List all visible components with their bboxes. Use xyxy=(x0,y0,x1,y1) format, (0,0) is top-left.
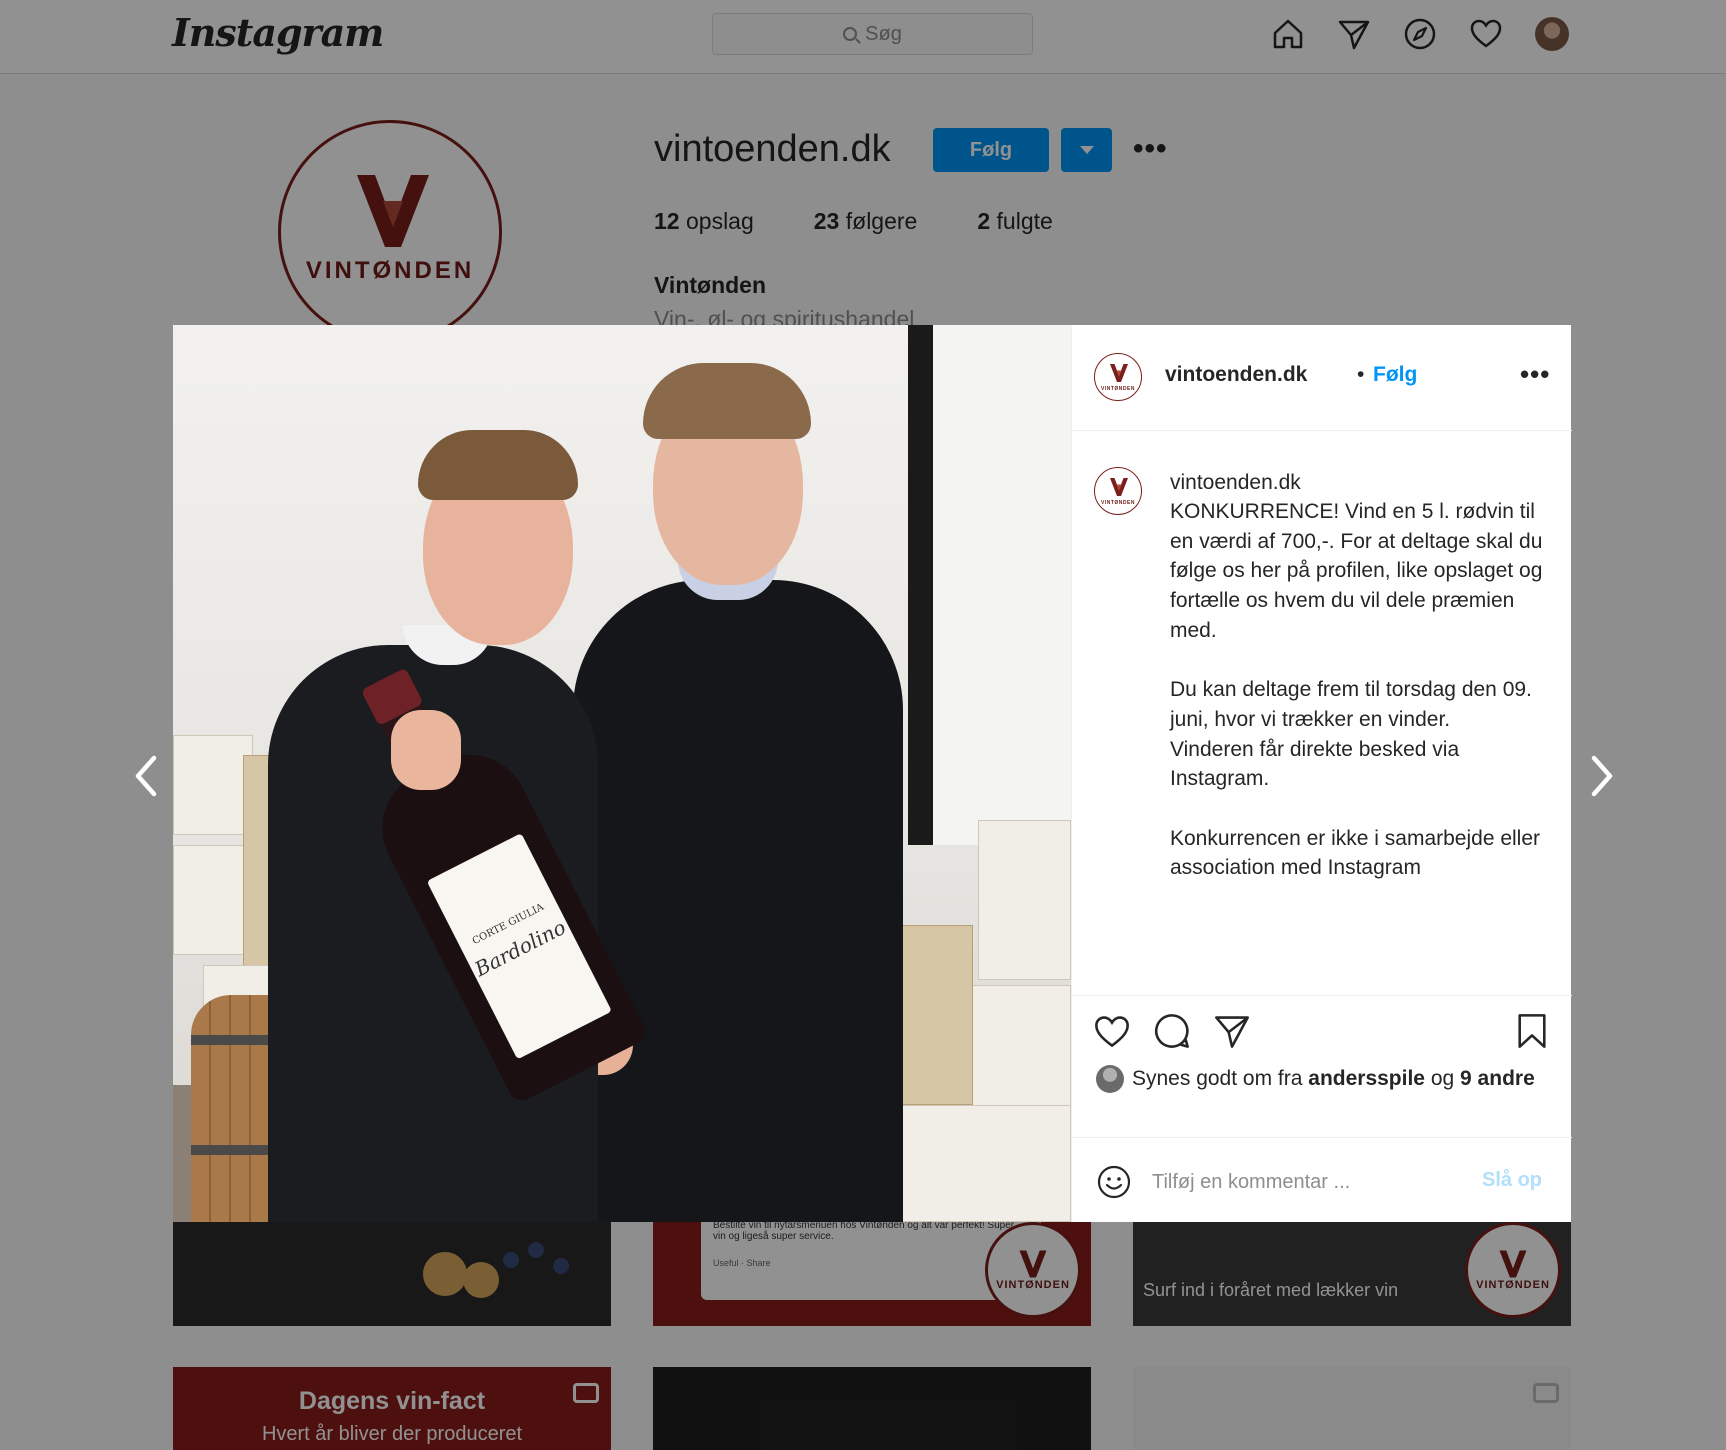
wine-box xyxy=(893,1105,1071,1222)
like-heart-icon[interactable] xyxy=(1092,1011,1132,1051)
previous-post-arrow-icon[interactable] xyxy=(126,750,166,802)
comment-form: Slå op xyxy=(1072,1137,1572,1222)
vintonden-logo-icon xyxy=(1110,478,1128,496)
liker-avatar xyxy=(1096,1065,1124,1093)
post-sidebar: VINTØNDEN vintoenden.dk • Følg ••• VINTØ… xyxy=(1071,325,1572,1222)
share-direct-icon[interactable] xyxy=(1212,1011,1252,1051)
wine-box xyxy=(965,985,1071,1125)
post-more-options-icon[interactable]: ••• xyxy=(1520,359,1550,390)
hand xyxy=(391,710,461,790)
next-post-arrow-icon[interactable] xyxy=(1582,750,1622,802)
comment-input[interactable] xyxy=(1152,1168,1462,1196)
comment-bubble-icon[interactable] xyxy=(1152,1011,1192,1051)
photo-door-opening xyxy=(933,325,1071,845)
post-modal: CORTE GIULIA Bardolino VINTØNDEN vintoen… xyxy=(173,325,1572,1222)
vintonden-logo-icon xyxy=(1110,364,1128,382)
post-author-username[interactable]: vintoenden.dk xyxy=(1165,363,1307,387)
post-author-avatar[interactable]: VINTØNDEN xyxy=(1094,353,1142,401)
wine-box xyxy=(893,925,973,1105)
wine-box xyxy=(173,735,253,835)
bookmark-save-icon[interactable] xyxy=(1512,1011,1552,1051)
likes-others[interactable]: 9 andre xyxy=(1460,1067,1535,1091)
caption-author-avatar[interactable]: VINTØNDEN xyxy=(1094,467,1142,515)
header-separator: • xyxy=(1357,363,1365,386)
likes-and: og xyxy=(1430,1067,1455,1090)
post-caption: KONKURRENCE! Vind en 5 l. rødvin til en … xyxy=(1170,500,1543,880)
caption-username[interactable]: vintoenden.dk xyxy=(1170,471,1301,495)
emoji-icon[interactable] xyxy=(1096,1164,1132,1205)
actions-divider xyxy=(1072,995,1572,996)
likes-summary[interactable]: Synes godt om fra andersspile og 9 andre xyxy=(1096,1065,1535,1093)
wine-box xyxy=(978,820,1071,980)
post-comment-button[interactable]: Slå op xyxy=(1482,1169,1542,1192)
post-header: VINTØNDEN vintoenden.dk • Følg ••• xyxy=(1072,325,1572,431)
likes-user[interactable]: andersspile xyxy=(1308,1067,1425,1091)
likes-prefix: Synes godt om fra xyxy=(1132,1067,1303,1090)
post-follow-button[interactable]: Følg xyxy=(1373,363,1417,387)
post-photo[interactable]: CORTE GIULIA Bardolino xyxy=(173,325,1071,1222)
